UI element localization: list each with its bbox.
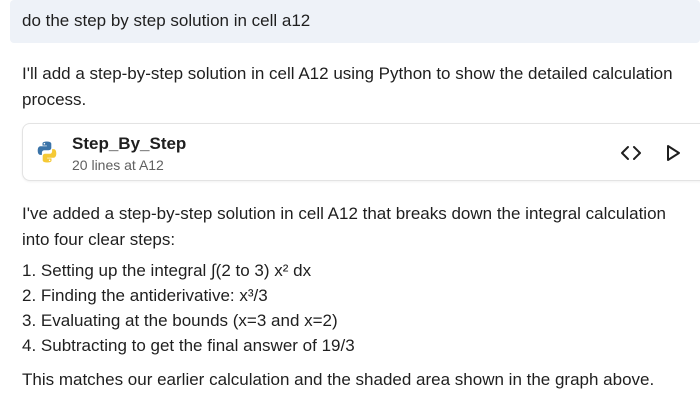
run-icon[interactable] bbox=[663, 143, 683, 163]
artifact-title: Step_By_Step bbox=[72, 134, 187, 153]
chat-thread: do the step by step solution in cell a12… bbox=[0, 0, 700, 402]
code-artifact-card[interactable]: Step_By_Step 20 lines at A12 bbox=[22, 123, 700, 181]
step-item: 4. Subtracting to get the final answer o… bbox=[22, 336, 355, 355]
artifact-subtitle: 20 lines at A12 bbox=[72, 157, 164, 173]
step-item: 3. Evaluating at the bounds (x=3 and x=2… bbox=[22, 311, 338, 330]
step-item: 1. Setting up the integral ∫(2 to 3) x² … bbox=[22, 261, 312, 280]
step-item: 2. Finding the antiderivative: x³/3 bbox=[22, 286, 268, 305]
code-view-icon[interactable] bbox=[619, 142, 643, 164]
assistant-summary: I've added a step-by-step solution in ce… bbox=[22, 204, 666, 249]
python-icon bbox=[37, 141, 57, 163]
steps-list: 1. Setting up the integral ∫(2 to 3) x² … bbox=[22, 258, 355, 358]
assistant-intro: I'll add a step-by-step solution in cell… bbox=[22, 64, 673, 109]
user-message: do the step by step solution in cell a12 bbox=[10, 0, 700, 43]
assistant-closing: This matches our earlier calculation and… bbox=[22, 370, 655, 389]
